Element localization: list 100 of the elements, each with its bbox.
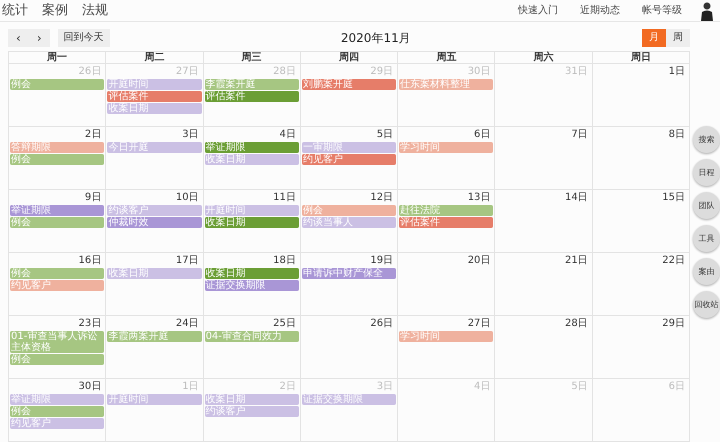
day-number: 1日 xyxy=(668,64,686,78)
day-number: 30日 xyxy=(78,380,102,394)
calendar-event[interactable]: 约谈当事人 xyxy=(302,216,396,228)
today-button[interactable]: 回到今天 xyxy=(58,29,110,48)
side-button[interactable]: 日程 xyxy=(693,159,720,186)
calendar-event[interactable]: 评估案件 xyxy=(399,216,494,228)
day-number: 7日 xyxy=(570,128,589,142)
side-button[interactable]: 团队 xyxy=(693,192,720,219)
calendar-event[interactable]: 例会 xyxy=(10,406,104,416)
day-number: 27日 xyxy=(466,316,492,330)
calendar-event[interactable]: 开庭时间 xyxy=(204,204,299,216)
calendar-event[interactable]: 评估案件 xyxy=(204,90,299,102)
calendar-event[interactable]: 01-审查当事人诉讼主体资格 xyxy=(10,330,104,352)
day-number: 25日 xyxy=(272,316,297,330)
day-number: 2日 xyxy=(278,380,297,394)
view-tab[interactable]: 月 xyxy=(642,29,666,48)
day-number: 11日 xyxy=(272,190,297,204)
header-link[interactable]: 快速入门 xyxy=(518,3,558,18)
nav-link[interactable]: 案例 xyxy=(42,0,68,20)
calendar-event[interactable]: 例会 xyxy=(10,268,104,278)
day-number: 26日 xyxy=(369,316,394,330)
previous-button[interactable]: ‹ xyxy=(8,29,29,48)
weekday-header: 周一 xyxy=(9,50,106,64)
calendar-event[interactable]: 学习时间 xyxy=(399,330,494,342)
weekday-header: 周五 xyxy=(398,50,496,64)
calendar-event[interactable]: 李霞案开庭 xyxy=(204,78,299,90)
next-button[interactable]: › xyxy=(28,29,50,48)
calendar-event[interactable]: 证据交换期限 xyxy=(204,280,299,290)
weekday-header: 周四 xyxy=(300,50,398,64)
day-number: 21日 xyxy=(564,254,589,268)
calendar-event[interactable]: 收案日期 xyxy=(204,394,299,404)
day-number: 9日 xyxy=(84,190,102,204)
day-number: 1日 xyxy=(181,380,200,394)
day-number: 13日 xyxy=(466,190,492,204)
calendar-event[interactable]: 仲裁时效 xyxy=(107,216,202,228)
header-link[interactable]: 近期动态 xyxy=(580,3,620,18)
nav-link[interactable]: 统计 xyxy=(2,0,28,20)
calendar-event[interactable]: 开庭时间 xyxy=(107,394,202,404)
day-number: 18日 xyxy=(272,254,297,268)
calendar-event[interactable]: 例会 xyxy=(10,154,104,164)
calendar-event[interactable]: 开庭时间 xyxy=(107,78,202,90)
nav-link[interactable]: 法规 xyxy=(82,0,108,20)
day-number: 29日 xyxy=(369,64,394,78)
day-number: 4日 xyxy=(278,128,297,142)
day-number: 8日 xyxy=(668,128,686,142)
calendar-event[interactable]: 一审期限 xyxy=(302,142,396,152)
calendar-event[interactable]: 今日开庭 xyxy=(107,142,202,152)
calendar-event[interactable]: 赶往法院 xyxy=(399,204,494,216)
day-number: 26日 xyxy=(78,64,102,78)
calendar-event[interactable]: 例会 xyxy=(302,204,396,216)
calendar-event[interactable]: 收案日期 xyxy=(107,102,202,114)
calendar-event[interactable]: 例会 xyxy=(10,216,104,228)
calendar-event[interactable]: 学习时间 xyxy=(399,142,494,152)
calendar-event[interactable]: 举证期限 xyxy=(10,394,104,404)
calendar-event[interactable]: 收案日期 xyxy=(204,154,299,164)
side-button[interactable]: 案由 xyxy=(693,258,720,285)
calendar-event[interactable]: 例会 xyxy=(10,354,104,364)
calendar-event[interactable]: 刘鹏案开庭 xyxy=(302,78,396,90)
day-number: 10日 xyxy=(174,190,200,204)
calendar-event[interactable]: 收案日期 xyxy=(204,268,299,278)
weekday-header: 周三 xyxy=(204,50,301,64)
day-number: 24日 xyxy=(174,316,200,330)
calendar-event[interactable]: 评估案件 xyxy=(107,90,202,102)
calendar-event[interactable]: 约见客户 xyxy=(10,280,104,290)
day-number: 20日 xyxy=(466,254,492,268)
day-number: 19日 xyxy=(369,254,394,268)
day-number: 5日 xyxy=(376,128,394,142)
calendar-event[interactable]: 举证期限 xyxy=(204,142,299,152)
day-number: 3日 xyxy=(376,380,394,394)
day-number: 14日 xyxy=(564,190,589,204)
month-title: 2020年11月 xyxy=(340,31,411,45)
view-tab[interactable]: 周 xyxy=(666,29,690,48)
calendar-event[interactable]: 约谈客户 xyxy=(204,406,299,416)
day-number: 29日 xyxy=(661,316,686,330)
calendar-event[interactable]: 04-审查合同效力 xyxy=(204,330,299,342)
calendar-event[interactable]: 答辩期限 xyxy=(10,142,104,152)
day-number: 28日 xyxy=(564,316,589,330)
calendar-event[interactable]: 李霞两案开庭 xyxy=(107,330,202,342)
day-number: 31日 xyxy=(564,64,589,78)
weekday-header: 周日 xyxy=(592,50,690,64)
calendar-event[interactable]: 例会 xyxy=(10,78,104,90)
calendar-event[interactable]: 约谈客户 xyxy=(107,204,202,216)
day-number: 12日 xyxy=(369,190,394,204)
calendar-event[interactable]: 约见客户 xyxy=(302,154,396,164)
header-link[interactable]: 帐号等级 xyxy=(642,3,682,18)
calendar-event[interactable]: 收案日期 xyxy=(107,268,202,278)
calendar-event[interactable]: 申请诉中财产保全 xyxy=(302,268,396,278)
avatar-icon[interactable] xyxy=(700,0,714,20)
day-number: 22日 xyxy=(661,254,686,268)
day-number: 16日 xyxy=(78,254,102,268)
calendar-event[interactable]: 仕东案材料整理 xyxy=(399,78,494,90)
side-button[interactable]: 搜索 xyxy=(693,126,720,153)
calendar-event[interactable]: 约见客户 xyxy=(10,418,104,428)
day-number: 27日 xyxy=(174,64,200,78)
calendar-event[interactable]: 收案日期 xyxy=(204,216,299,228)
side-button[interactable]: 回收站 xyxy=(693,291,720,318)
side-button[interactable]: 工具 xyxy=(693,225,720,252)
calendar-event[interactable]: 证据交换期限 xyxy=(302,394,396,404)
calendar-event[interactable]: 举证期限 xyxy=(10,204,104,216)
day-number: 3日 xyxy=(181,128,200,142)
